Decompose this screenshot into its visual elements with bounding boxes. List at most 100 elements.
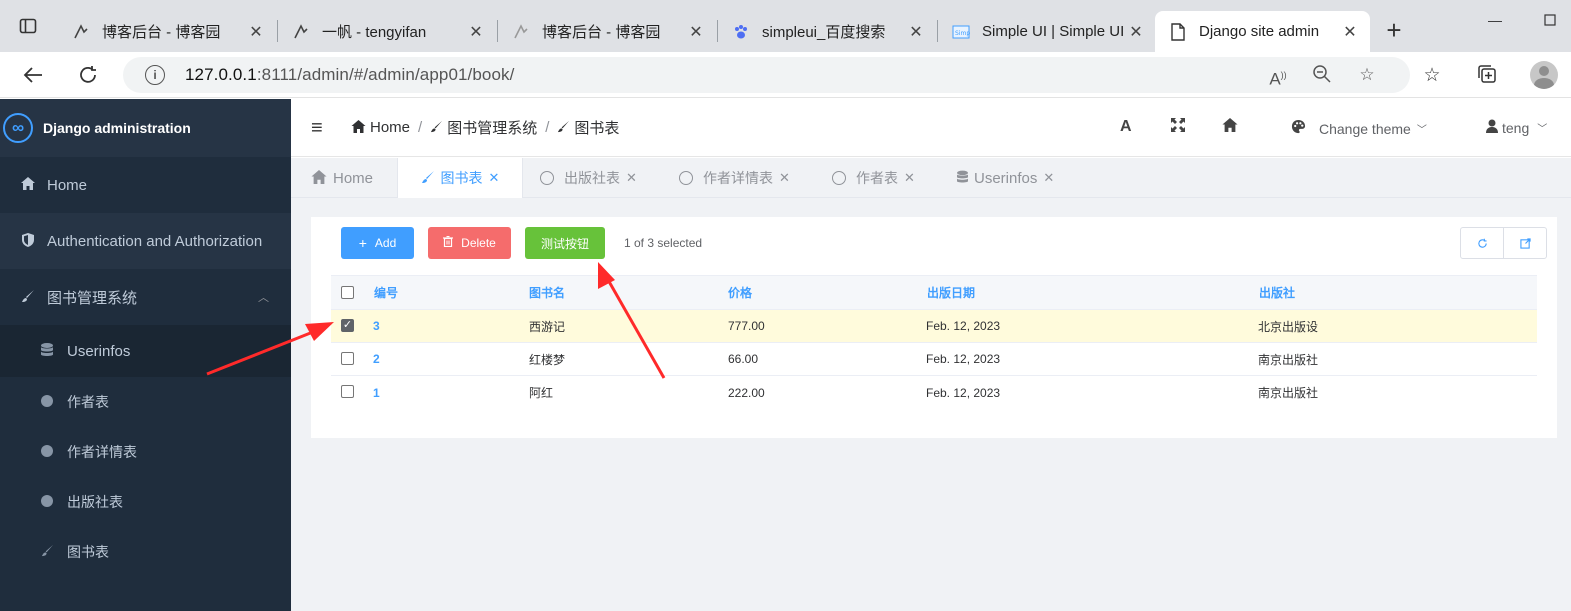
browser-tab-3[interactable]: 博客后台 - 博客园 ✕ <box>498 11 716 52</box>
maximize-button[interactable] <box>1527 0 1571 46</box>
close-icon[interactable]: ✕ <box>906 22 926 42</box>
row-checkbox[interactable]: ✓ <box>341 319 354 332</box>
select-all-checkbox[interactable] <box>341 286 354 299</box>
fullscreen-icon[interactable] <box>1171 118 1185 137</box>
close-icon[interactable]: ✕ <box>626 170 637 186</box>
browser-tab-active[interactable]: Django site admin ✕ <box>1155 11 1370 52</box>
sidebar-item-books[interactable]: 图书表 <box>0 527 291 577</box>
add-favorite-icon[interactable]: ☆ <box>1356 64 1378 86</box>
delete-button-label: Delete <box>461 236 496 250</box>
sidebar-item-userinfos[interactable]: Userinfos <box>0 325 291 377</box>
sidebar-item-authors[interactable]: 作者表 <box>0 377 291 427</box>
row-date: Feb. 12, 2023 <box>926 385 1001 400</box>
collections-icon[interactable] <box>1474 63 1500 89</box>
breadcrumb-item[interactable]: 图书管理系统 <box>447 117 537 138</box>
close-icon[interactable]: ✕ <box>489 170 500 186</box>
circle-icon <box>40 444 54 460</box>
close-icon[interactable]: ✕ <box>466 22 486 42</box>
sidebar-item-book-system[interactable]: 图书管理系统 ︿ <box>0 269 291 325</box>
row-date: Feb. 12, 2023 <box>926 319 1001 333</box>
table-header-row: 编号 图书名 价格 出版日期 出版社 <box>331 275 1537 310</box>
site-info-icon[interactable]: i <box>145 65 165 85</box>
tab-publishers[interactable]: 出版社表 ✕ <box>540 158 637 198</box>
sidebar-item-auth[interactable]: Authentication and Authorization <box>0 213 291 269</box>
test-button[interactable]: 测试按钮 <box>525 227 605 259</box>
app-tabs-bar: Home 图书表 ✕ 出版社表 ✕ 作者详情表 ✕ 作者表 ✕ Userinfo… <box>291 158 1571 198</box>
column-header-id[interactable]: 编号 <box>374 276 398 309</box>
menu-toggle-icon[interactable]: ≡ <box>311 117 323 140</box>
row-id-link[interactable]: 3 <box>373 310 380 342</box>
column-header-publisher[interactable]: 出版社 <box>1259 276 1295 309</box>
change-theme-label: Change theme <box>1319 120 1411 137</box>
refresh-icon[interactable] <box>73 60 103 90</box>
test-button-label: 测试按钮 <box>540 236 589 251</box>
favorites-icon[interactable]: ☆ <box>1419 63 1445 89</box>
column-header-price[interactable]: 价格 <box>728 276 752 309</box>
table-row[interactable]: 1 阿红 222.00 Feb. 12, 2023 南京出版社 <box>331 376 1537 409</box>
profile-avatar[interactable] <box>1530 61 1558 89</box>
minimize-button[interactable]: — <box>1472 0 1518 46</box>
sidebar-item-author-details[interactable]: 作者详情表 <box>0 427 291 477</box>
column-header-date[interactable]: 出版日期 <box>927 276 975 309</box>
font-size-icon[interactable]: A <box>1120 118 1132 136</box>
browser-tab-5[interactable]: Simp Simple UI | Simple UI ✕ <box>938 11 1156 52</box>
read-aloud-icon[interactable]: A)) <box>1267 64 1289 89</box>
table-row[interactable]: 2 红楼梦 66.00 Feb. 12, 2023 南京出版社 <box>331 343 1537 376</box>
changelist-card: + Add Delete 测试按钮 1 of 3 selected 编号 图书名… <box>311 217 1557 438</box>
change-theme-button[interactable]: Change theme ﹀ <box>1291 119 1427 138</box>
browser-tab-title: 博客后台 - 博客园 <box>102 24 221 41</box>
close-icon[interactable]: ✕ <box>904 170 915 186</box>
zoom-out-icon[interactable] <box>1311 64 1333 86</box>
browser-tab-2[interactable]: 一帆 - tengyifan ✕ <box>278 11 496 52</box>
column-header-name[interactable]: 图书名 <box>529 276 565 309</box>
tab-home[interactable]: Home <box>311 158 373 198</box>
sidebar-item-label: 作者详情表 <box>67 444 137 460</box>
close-icon[interactable]: ✕ <box>686 22 706 42</box>
close-icon[interactable]: ✕ <box>779 170 790 186</box>
tab-userinfos[interactable]: Userinfos ✕ <box>957 158 1054 198</box>
toolbar-button-group <box>1460 227 1547 259</box>
row-id-link[interactable]: 2 <box>373 343 380 375</box>
user-icon <box>1486 119 1498 136</box>
app-title: Django administration <box>43 120 191 136</box>
export-icon[interactable] <box>1503 228 1546 258</box>
delete-button[interactable]: Delete <box>428 227 511 259</box>
add-button-label: Add <box>374 236 397 250</box>
top-bar: ≡ Home / 图书管理系统 / 图书表 A Change theme ﹀ t… <box>291 99 1571 157</box>
chevron-up-icon[interactable]: ︿ <box>258 289 269 305</box>
tab-books[interactable]: 图书表 ✕ <box>397 158 523 198</box>
back-arrow-icon[interactable] <box>18 60 48 90</box>
user-menu[interactable]: teng ﹀ <box>1486 119 1547 136</box>
tab-author-details[interactable]: 作者详情表 ✕ <box>679 158 790 198</box>
selection-counter: 1 of 3 selected <box>624 236 703 250</box>
browser-tab-1[interactable]: 博客后台 - 博客园 ✕ <box>58 11 276 52</box>
breadcrumb-separator: / <box>418 119 423 136</box>
palette-icon <box>1291 119 1306 138</box>
home-icon[interactable] <box>1222 118 1238 137</box>
tab-authors[interactable]: 作者表 ✕ <box>832 158 915 198</box>
sidebar-item-home[interactable]: Home <box>0 157 291 213</box>
simpleui-icon: Simp <box>952 23 970 41</box>
breadcrumb-item[interactable]: Home <box>370 119 410 136</box>
refresh-icon[interactable] <box>1461 228 1503 258</box>
brush-icon <box>557 120 570 136</box>
row-checkbox[interactable] <box>341 352 354 365</box>
row-price: 66.00 <box>728 352 759 366</box>
close-icon[interactable]: ✕ <box>1043 170 1054 186</box>
add-button[interactable]: + Add <box>341 227 414 259</box>
row-id-link[interactable]: 1 <box>373 376 380 409</box>
brush-icon <box>421 170 435 187</box>
sidebar-item-publishers[interactable]: 出版社表 <box>0 477 291 527</box>
table-row[interactable]: ✓ 3 西游记 777.00 Feb. 12, 2023 北京出版设 <box>331 310 1537 343</box>
close-icon[interactable]: ✕ <box>1126 22 1146 42</box>
row-checkbox[interactable] <box>341 385 354 398</box>
close-icon[interactable]: ✕ <box>246 22 266 42</box>
address-bar[interactable]: i 127.0.0.1:8111/admin/#/admin/app01/boo… <box>123 57 1410 93</box>
tab-actions-icon[interactable] <box>5 0 51 52</box>
new-tab-button[interactable]: + <box>1378 12 1410 48</box>
home-icon <box>20 177 36 193</box>
browser-tab-4[interactable]: simpleui_百度搜索 ✕ <box>718 11 936 52</box>
close-icon[interactable]: ✕ <box>1340 22 1360 42</box>
row-publisher: 北京出版设 <box>1258 319 1319 334</box>
browser-tab-title: 博客后台 - 博客园 <box>542 24 661 41</box>
